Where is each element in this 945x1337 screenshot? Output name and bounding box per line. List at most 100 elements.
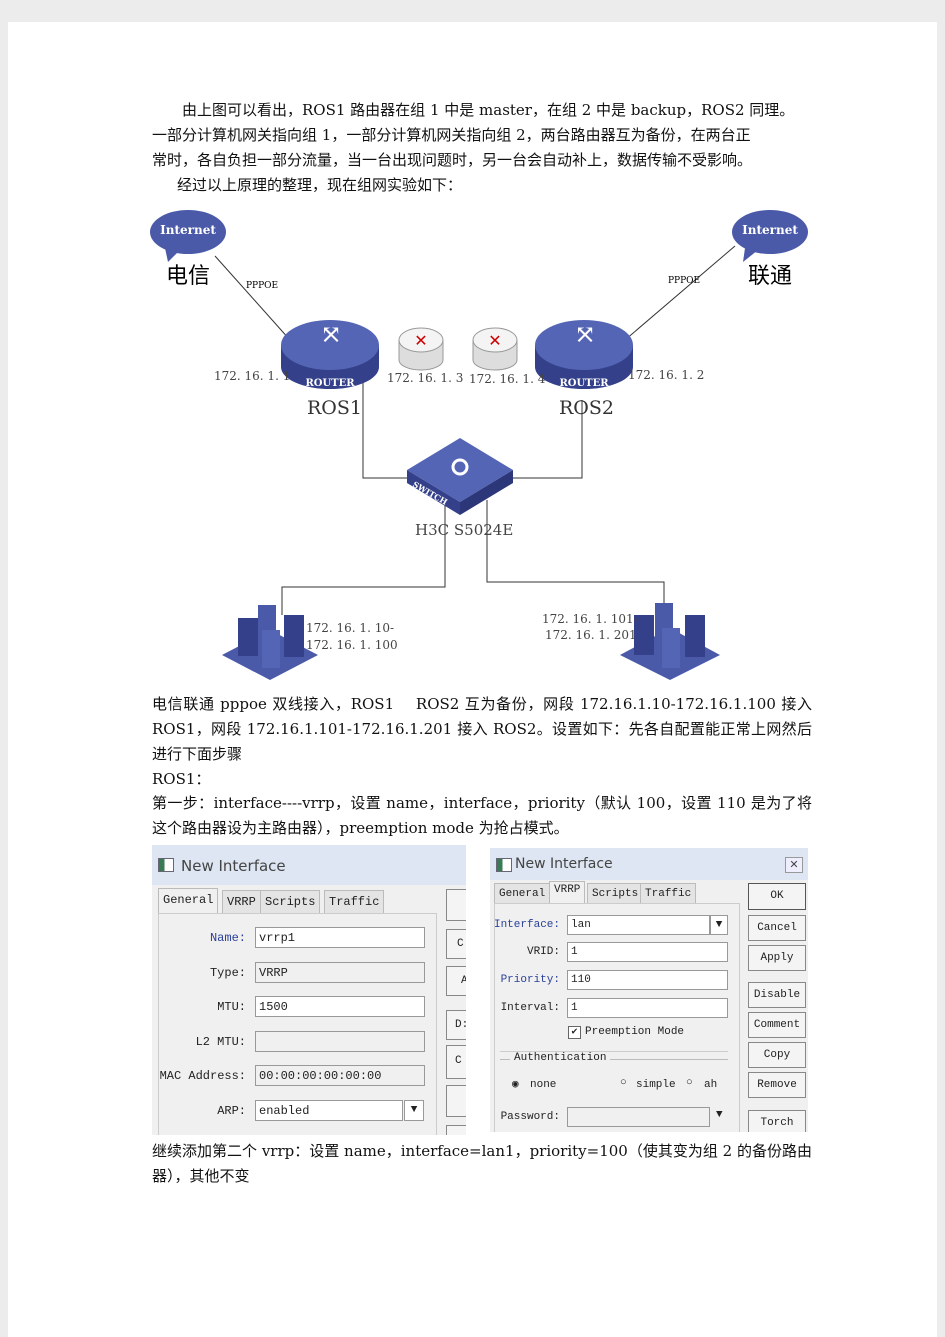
link-switch-lan1 — [281, 500, 446, 615]
vrid-label: VRID: — [526, 946, 560, 958]
svg-text:⤧: ⤧ — [574, 320, 596, 350]
type-field: VRRP — [255, 962, 425, 983]
svg-text:✕: ✕ — [414, 331, 427, 350]
isp-label-unicom: 联通 — [748, 264, 792, 289]
link-ros1-isp — [214, 255, 291, 341]
window-icon — [158, 858, 174, 872]
mtu-input[interactable]: 1500 — [255, 996, 425, 1017]
interface-label: Interface: — [493, 919, 560, 931]
close-icon[interactable]: ✕ — [785, 857, 803, 873]
window-title: New Interface — [181, 857, 286, 875]
tab-traffic[interactable]: Traffic — [324, 890, 385, 914]
virtual-router-icon-1: ✕ — [398, 327, 444, 371]
router-name: ROS1 — [307, 397, 362, 419]
mtu-label: MTU: — [217, 1000, 246, 1014]
vrid-input[interactable]: 1 — [567, 942, 728, 962]
interface-dropdown-icon[interactable]: ▼ — [710, 915, 728, 935]
ip-range-label: 172. 16. 1. 101- — [542, 612, 638, 626]
cloud-icon-right: Internet — [732, 210, 808, 262]
ok-button[interactable]: OK — [748, 883, 806, 910]
window-title: New Interface — [515, 856, 613, 872]
l2-mtu-field — [255, 1031, 425, 1052]
arp-select[interactable]: enabled — [255, 1100, 403, 1121]
remove-button-partial[interactable] — [446, 1125, 466, 1135]
mac-address-field: 00:00:00:00:00:00 — [255, 1065, 425, 1086]
pppoe-label: PPPOE — [668, 276, 700, 286]
router-icon-ros2: ⤧ ROUTER — [535, 320, 633, 389]
router-badge: ROUTER — [305, 378, 355, 389]
tab-scripts[interactable]: Scripts — [587, 883, 644, 904]
paragraph-step1: 第一步：interface----vrrp，设置 name，interface，… — [152, 794, 812, 837]
title-bar: New Interface — [152, 845, 466, 885]
switch-icon: SWITCH — [407, 438, 513, 515]
radio-simple-icon[interactable]: ○ — [620, 1077, 627, 1089]
link-switch-lan2 — [486, 500, 665, 610]
apply-button-partial[interactable]: A — [446, 966, 466, 996]
comment-button-partial[interactable]: C — [446, 1045, 466, 1079]
password-label: Password: — [500, 1111, 560, 1123]
apply-button[interactable]: Apply — [748, 945, 806, 971]
ip-range-label: 172. 16. 1. 100 — [306, 638, 398, 652]
name-label: Name: — [209, 931, 246, 945]
switch-model-label: H3C S5024E — [415, 521, 513, 539]
ip-label: 172. 16. 1. 3 — [387, 371, 463, 385]
radio-ah-label: ah — [704, 1079, 718, 1091]
arp-label: ARP: — [217, 1104, 246, 1118]
ip-label: 172. 16. 1. 2 — [628, 368, 704, 382]
tab-vrrp[interactable]: VRRP — [549, 881, 586, 904]
cancel-button-partial[interactable]: C — [446, 929, 466, 959]
radio-simple-label: simple — [636, 1079, 676, 1091]
svg-text:✕: ✕ — [488, 331, 501, 350]
new-interface-window-general: New Interface General VRRP Scripts Traff… — [152, 845, 466, 1135]
link-ros2-isp — [624, 245, 736, 341]
l2-mtu-label: L2 MTU: — [195, 1035, 246, 1049]
password-dropdown-icon[interactable]: ▼ — [716, 1109, 723, 1121]
disable-button-partial[interactable]: D: — [446, 1010, 466, 1040]
new-interface-window-vrrp: New Interface ✕ General VRRP Scripts Tra… — [490, 848, 808, 1132]
cloud-icon-left: Internet — [150, 210, 226, 262]
tab-scripts[interactable]: Scripts — [260, 890, 321, 914]
password-input[interactable] — [567, 1107, 710, 1127]
copy-button-partial[interactable] — [446, 1085, 466, 1117]
tab-vrrp[interactable]: VRRP — [222, 890, 261, 914]
radio-ah-icon[interactable]: ○ — [686, 1077, 693, 1089]
ok-button-partial[interactable] — [446, 889, 466, 921]
mac-address-label: MAC Address: — [159, 1069, 246, 1083]
tab-general[interactable]: General — [158, 888, 219, 914]
title-bar: New Interface ✕ — [490, 848, 808, 880]
preemption-mode-checkbox[interactable]: ✔ — [568, 1026, 581, 1039]
building-icon-lan1 — [222, 605, 318, 680]
ip-range-label: 172. 16. 1. 10- — [306, 621, 394, 635]
tab-traffic[interactable]: Traffic — [640, 883, 697, 904]
ip-label: 172. 16. 1. 1 — [214, 369, 290, 383]
disable-button[interactable]: Disable — [748, 982, 806, 1008]
link-ros1-switch — [362, 370, 415, 479]
radio-none-label: none — [530, 1079, 557, 1091]
copy-button[interactable]: Copy — [748, 1042, 806, 1068]
priority-label: Priority: — [500, 974, 560, 986]
virtual-router-icon-2: ✕ — [472, 327, 518, 371]
arp-dropdown-icon[interactable]: ▼ — [404, 1100, 424, 1121]
remove-button[interactable]: Remove — [748, 1072, 806, 1098]
name-input[interactable]: vrrp1 — [255, 927, 425, 948]
authentication-label: Authentication — [510, 1052, 611, 1064]
radio-none-icon[interactable]: ◉ — [512, 1077, 519, 1091]
paragraph-topology: 电信联通 pppoe 双线接入，ROS1 ROS2 互为备份，网段 172.16… — [152, 695, 812, 763]
interval-input[interactable]: 1 — [567, 998, 728, 1018]
pppoe-label: PPPOE — [246, 281, 278, 291]
priority-input[interactable]: 110 — [567, 970, 728, 990]
router-name: ROS2 — [559, 397, 614, 419]
cancel-button[interactable]: Cancel — [748, 915, 806, 941]
interval-label: Interval: — [500, 1002, 560, 1014]
ip-label: 172. 16. 1. 4 — [469, 372, 546, 386]
interface-select[interactable]: lan — [567, 915, 710, 935]
svg-text:⤧: ⤧ — [320, 320, 342, 350]
torch-button[interactable]: Torch — [748, 1110, 806, 1132]
preemption-mode-label: Preemption Mode — [585, 1026, 685, 1038]
cloud-label: Internet — [742, 223, 798, 237]
comment-button[interactable]: Comment — [748, 1012, 806, 1038]
paragraph-second-vrrp: 继续添加第二个 vrrp：设置 name，interface=lan1，prio… — [152, 1142, 812, 1185]
type-label: Type: — [209, 966, 246, 980]
window-icon — [496, 858, 512, 872]
tab-general[interactable]: General — [494, 883, 551, 904]
